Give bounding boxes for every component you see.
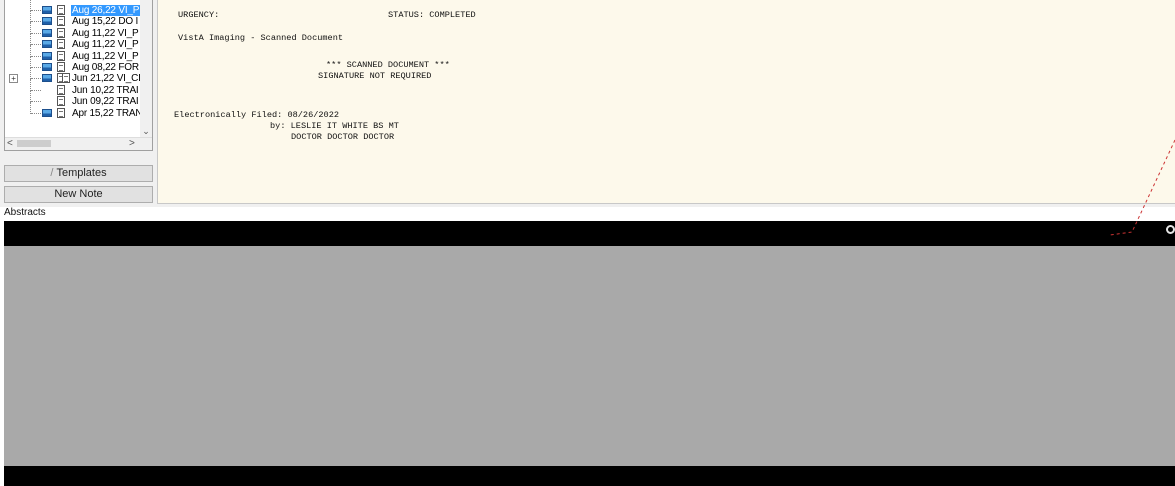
document-icon	[57, 39, 65, 50]
tree-item-label[interactable]: Aug 08,22 FOR	[71, 62, 140, 73]
tree-vertical-scrollbar[interactable]: ⌄	[140, 0, 152, 138]
tree-item[interactable]: Aug 11,22 VI_P	[5, 21, 143, 39]
signer-title-line: DOCTOR DOCTOR DOCTOR	[291, 132, 395, 142]
document-icon	[57, 16, 65, 27]
tree-connector	[31, 55, 41, 57]
tree-item-label[interactable]: Aug 11,22 VI_P	[71, 28, 140, 39]
tree-item[interactable]: Jun 09,22 TRAI	[5, 90, 143, 107]
document-heading: VistA Imaging - Scanned Document	[178, 33, 344, 43]
tree-item-label[interactable]: Apr 15,22 TRAN	[71, 108, 143, 119]
image-icon	[42, 108, 52, 117]
tree-item[interactable]: Apr 15,22 TRAN	[5, 101, 143, 119]
document-icon	[57, 96, 65, 107]
image-icon	[42, 28, 52, 37]
signature-line: SIGNATURE NOT REQUIRED	[318, 71, 432, 81]
image-icon	[42, 40, 52, 49]
image-icon	[42, 62, 52, 71]
electronically-filed-line: Electronically Filed: 08/26/2022	[174, 110, 340, 120]
scanned-document-line: *** SCANNED DOCUMENT ***	[326, 60, 450, 70]
tree-item-label[interactable]: Jun 10,22 TRAI	[71, 85, 140, 96]
tree-connector	[31, 44, 41, 46]
template-icon: /	[50, 167, 54, 179]
tree-item[interactable]: Aug 11,22 VI_P	[5, 44, 143, 62]
note-text-pane[interactable]: URGENCY: STATUS: COMPLETED VistA Imaging…	[157, 0, 1175, 204]
document-icon	[57, 50, 65, 61]
document-icon	[57, 107, 65, 118]
urgency-label: URGENCY:	[178, 10, 220, 20]
tree-item-label[interactable]: Jun 09,22 TRAI	[71, 96, 140, 107]
document-icon	[57, 5, 65, 15]
scroll-down-icon[interactable]: ⌄	[141, 126, 151, 137]
image-icon	[42, 51, 52, 60]
tree-connector	[31, 101, 41, 103]
image-icon	[42, 17, 52, 26]
top-pane: Aug 26,22 VI_P Aug 15,22 DO I Aug 11,22 VI…	[0, 0, 1175, 207]
tree-item[interactable]: Aug 26,22 VI_P	[5, 0, 143, 16]
templates-button[interactable]: / Templates	[4, 165, 153, 182]
tree-connector	[31, 32, 41, 34]
templates-label: Templates	[56, 167, 107, 179]
gear-icon[interactable]	[1166, 225, 1175, 234]
expand-icon[interactable]: +	[9, 74, 18, 84]
signer-line: by: LESLIE IT WHITE BS MT	[270, 121, 399, 131]
tree-item[interactable]: Jun 10,22 TRAI	[5, 78, 143, 96]
tree-item-label[interactable]: Aug 11,22 VI_P	[71, 51, 140, 62]
document-icon	[57, 27, 65, 38]
tree-item-label[interactable]: Jun 21,22 VI_CI	[71, 73, 142, 84]
tree-item[interactable]: Aug 15,22 DO I	[5, 10, 143, 27]
tree-item-label[interactable]: Aug 26,22 VI_P	[71, 5, 141, 16]
tree-connector	[31, 112, 41, 114]
tree-item[interactable]: + Jun 21,22 VI_CI	[5, 67, 143, 84]
new-note-button[interactable]: New Note	[4, 186, 153, 203]
notes-tree[interactable]: Aug 26,22 VI_P Aug 15,22 DO I Aug 11,22 VI…	[4, 0, 153, 151]
document-icon	[62, 73, 70, 84]
image-icon	[42, 74, 52, 83]
scrollbar-thumb[interactable]	[17, 140, 51, 147]
tree-connector	[31, 21, 41, 23]
abstracts-viewer[interactable]	[4, 221, 1175, 486]
tree-item[interactable]: Aug 11,22 VI_P	[5, 33, 143, 50]
notes-tree-list: Aug 26,22 VI_P Aug 15,22 DO I Aug 11,22 VI…	[5, 0, 143, 119]
status-text: STATUS: COMPLETED	[388, 10, 476, 20]
tree-horizontal-scrollbar[interactable]: < >	[5, 137, 152, 150]
tree-connector	[31, 66, 41, 68]
abstracts-label: Abstracts	[4, 207, 46, 218]
abstracts-image-area[interactable]	[4, 246, 1175, 466]
tree-connector	[31, 89, 41, 91]
document-icon	[57, 61, 65, 72]
tree-item-label[interactable]: Aug 11,22 VI_P	[71, 39, 140, 50]
scroll-left-icon[interactable]: <	[7, 138, 13, 149]
tree-item[interactable]: Aug 08,22 FOR	[5, 55, 143, 73]
tree-connector	[31, 10, 41, 11]
scroll-right-icon[interactable]: >	[129, 138, 135, 149]
image-icon	[42, 6, 52, 14]
document-icon	[57, 84, 65, 95]
tree-connector	[31, 78, 41, 80]
tree-item-label[interactable]: Aug 15,22 DO I	[71, 16, 139, 27]
